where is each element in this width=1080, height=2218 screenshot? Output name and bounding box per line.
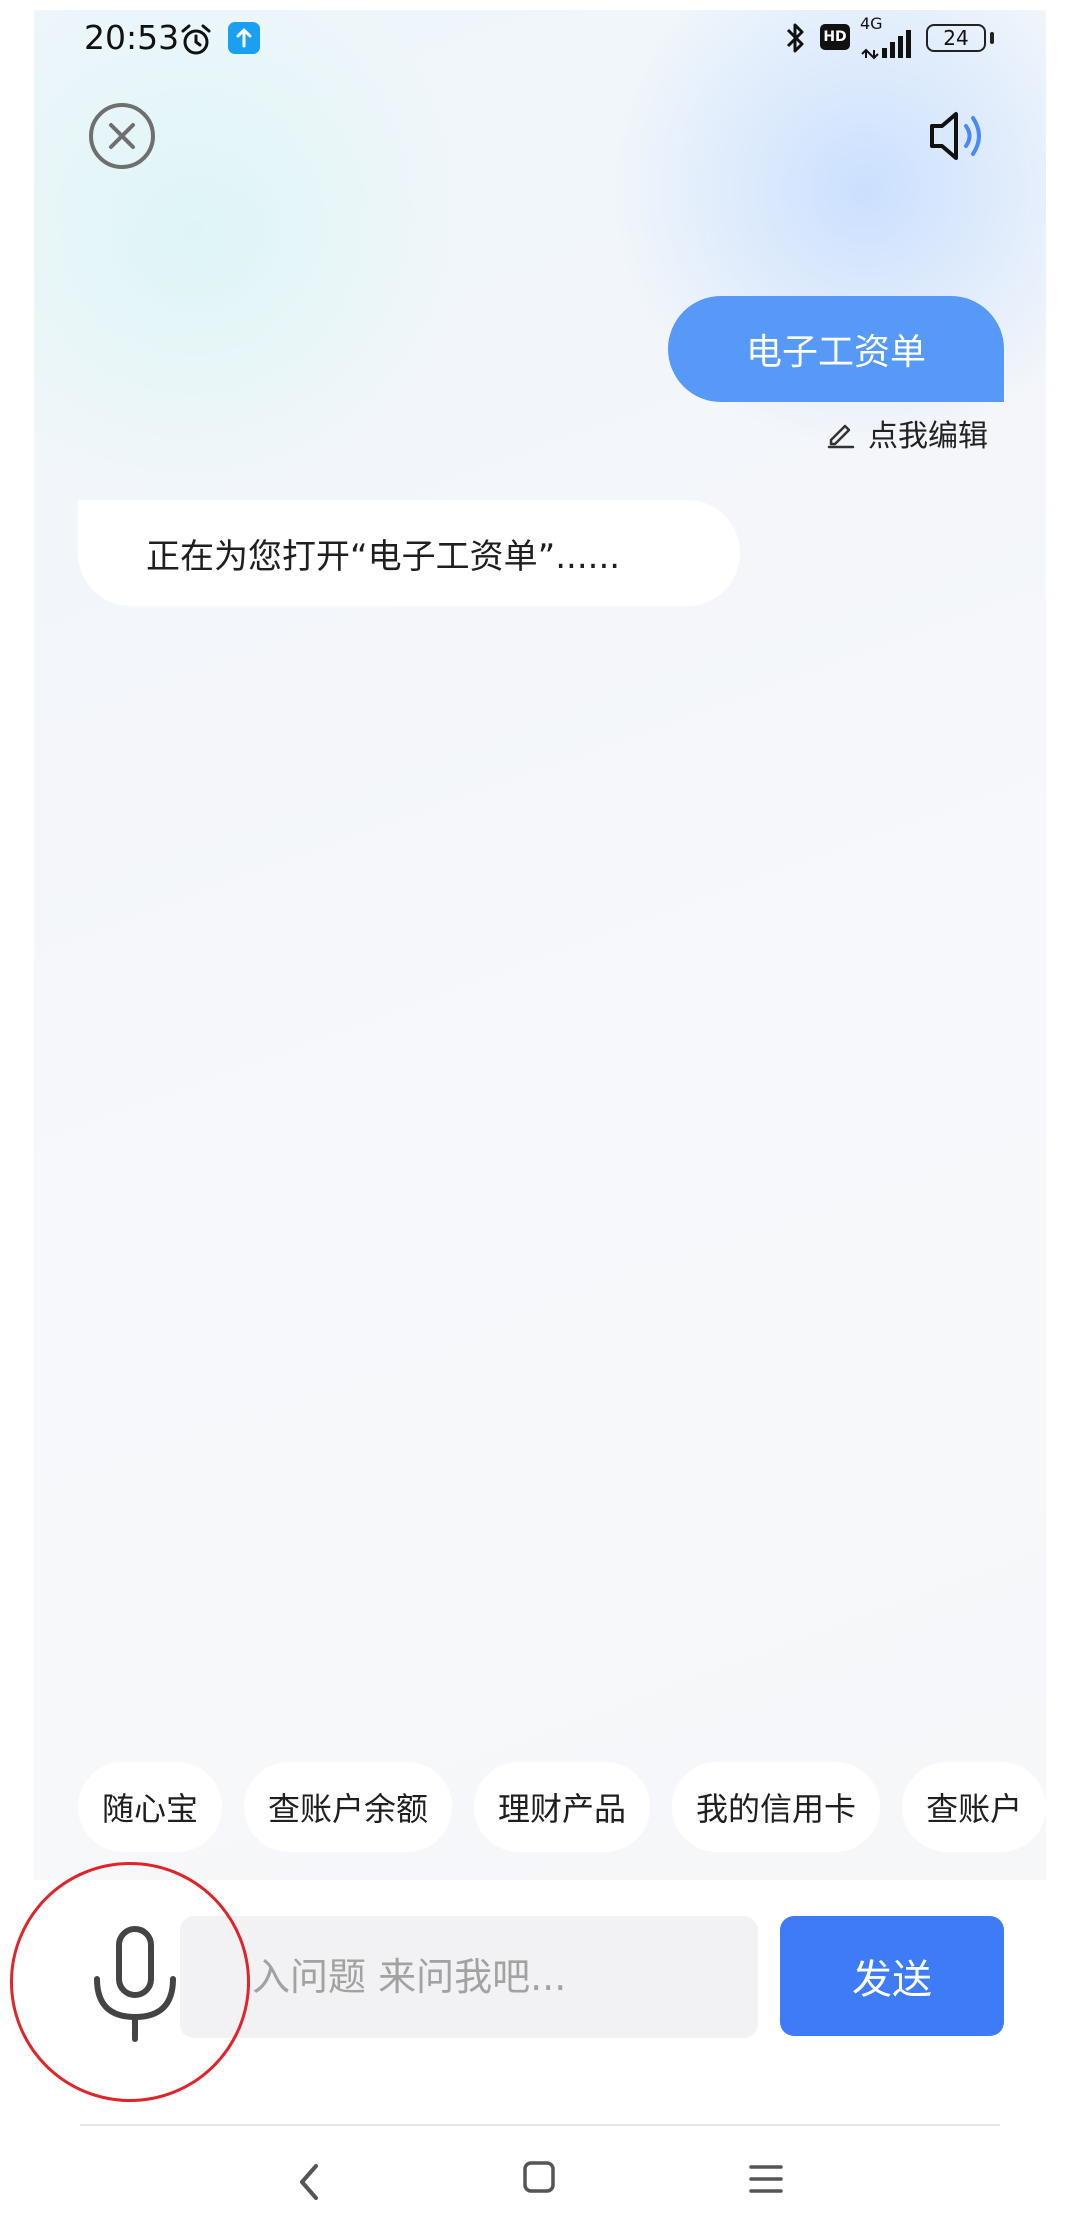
assistant-screen: 20:53 HD 4G 24 电子工资单 点我编辑 正在为您打开“电子工资单”.… bbox=[34, 10, 1046, 1880]
home-icon[interactable] bbox=[522, 2160, 556, 2194]
suggestion-chip[interactable]: 理财产品 bbox=[474, 1762, 651, 1852]
user-message-bubble: 电子工资单 bbox=[668, 296, 1004, 402]
bluetooth-icon bbox=[786, 23, 804, 53]
suggestion-chip[interactable]: 随心宝 bbox=[78, 1762, 223, 1852]
bot-message-bubble: 正在为您打开“电子工资单”...... bbox=[78, 500, 740, 606]
question-input[interactable] bbox=[180, 1916, 758, 2038]
nav-divider bbox=[80, 2124, 1000, 2126]
microphone-icon bbox=[94, 1926, 176, 2042]
battery-icon: 24 bbox=[926, 24, 986, 52]
battery-tip bbox=[990, 32, 994, 44]
status-bar: 20:53 HD 4G 24 bbox=[34, 10, 1046, 72]
status-time: 20:53 bbox=[84, 18, 180, 57]
back-icon[interactable] bbox=[290, 2160, 330, 2204]
speaker-icon[interactable] bbox=[926, 108, 992, 164]
signal-icon bbox=[861, 30, 911, 60]
suggestion-chip[interactable]: 查账户 bbox=[902, 1762, 1046, 1852]
pencil-icon bbox=[827, 424, 855, 449]
voice-input-button[interactable] bbox=[10, 1862, 250, 2102]
suggestion-chips: 随心宝 查账户余额 理财产品 我的信用卡 查账户 bbox=[78, 1762, 1046, 1852]
suggestion-chip[interactable]: 我的信用卡 bbox=[672, 1762, 881, 1852]
close-button[interactable] bbox=[88, 102, 156, 170]
suggestion-chip[interactable]: 查账户余额 bbox=[244, 1762, 453, 1852]
send-button[interactable]: 发送 bbox=[780, 1916, 1004, 2036]
upload-icon bbox=[228, 22, 260, 54]
edit-hint-label: 点我编辑 bbox=[868, 419, 988, 454]
menu-icon[interactable] bbox=[748, 2162, 784, 2196]
hd-icon: HD bbox=[820, 24, 850, 50]
alarm-icon bbox=[181, 24, 211, 55]
edit-message-link[interactable]: 点我编辑 bbox=[824, 412, 988, 454]
